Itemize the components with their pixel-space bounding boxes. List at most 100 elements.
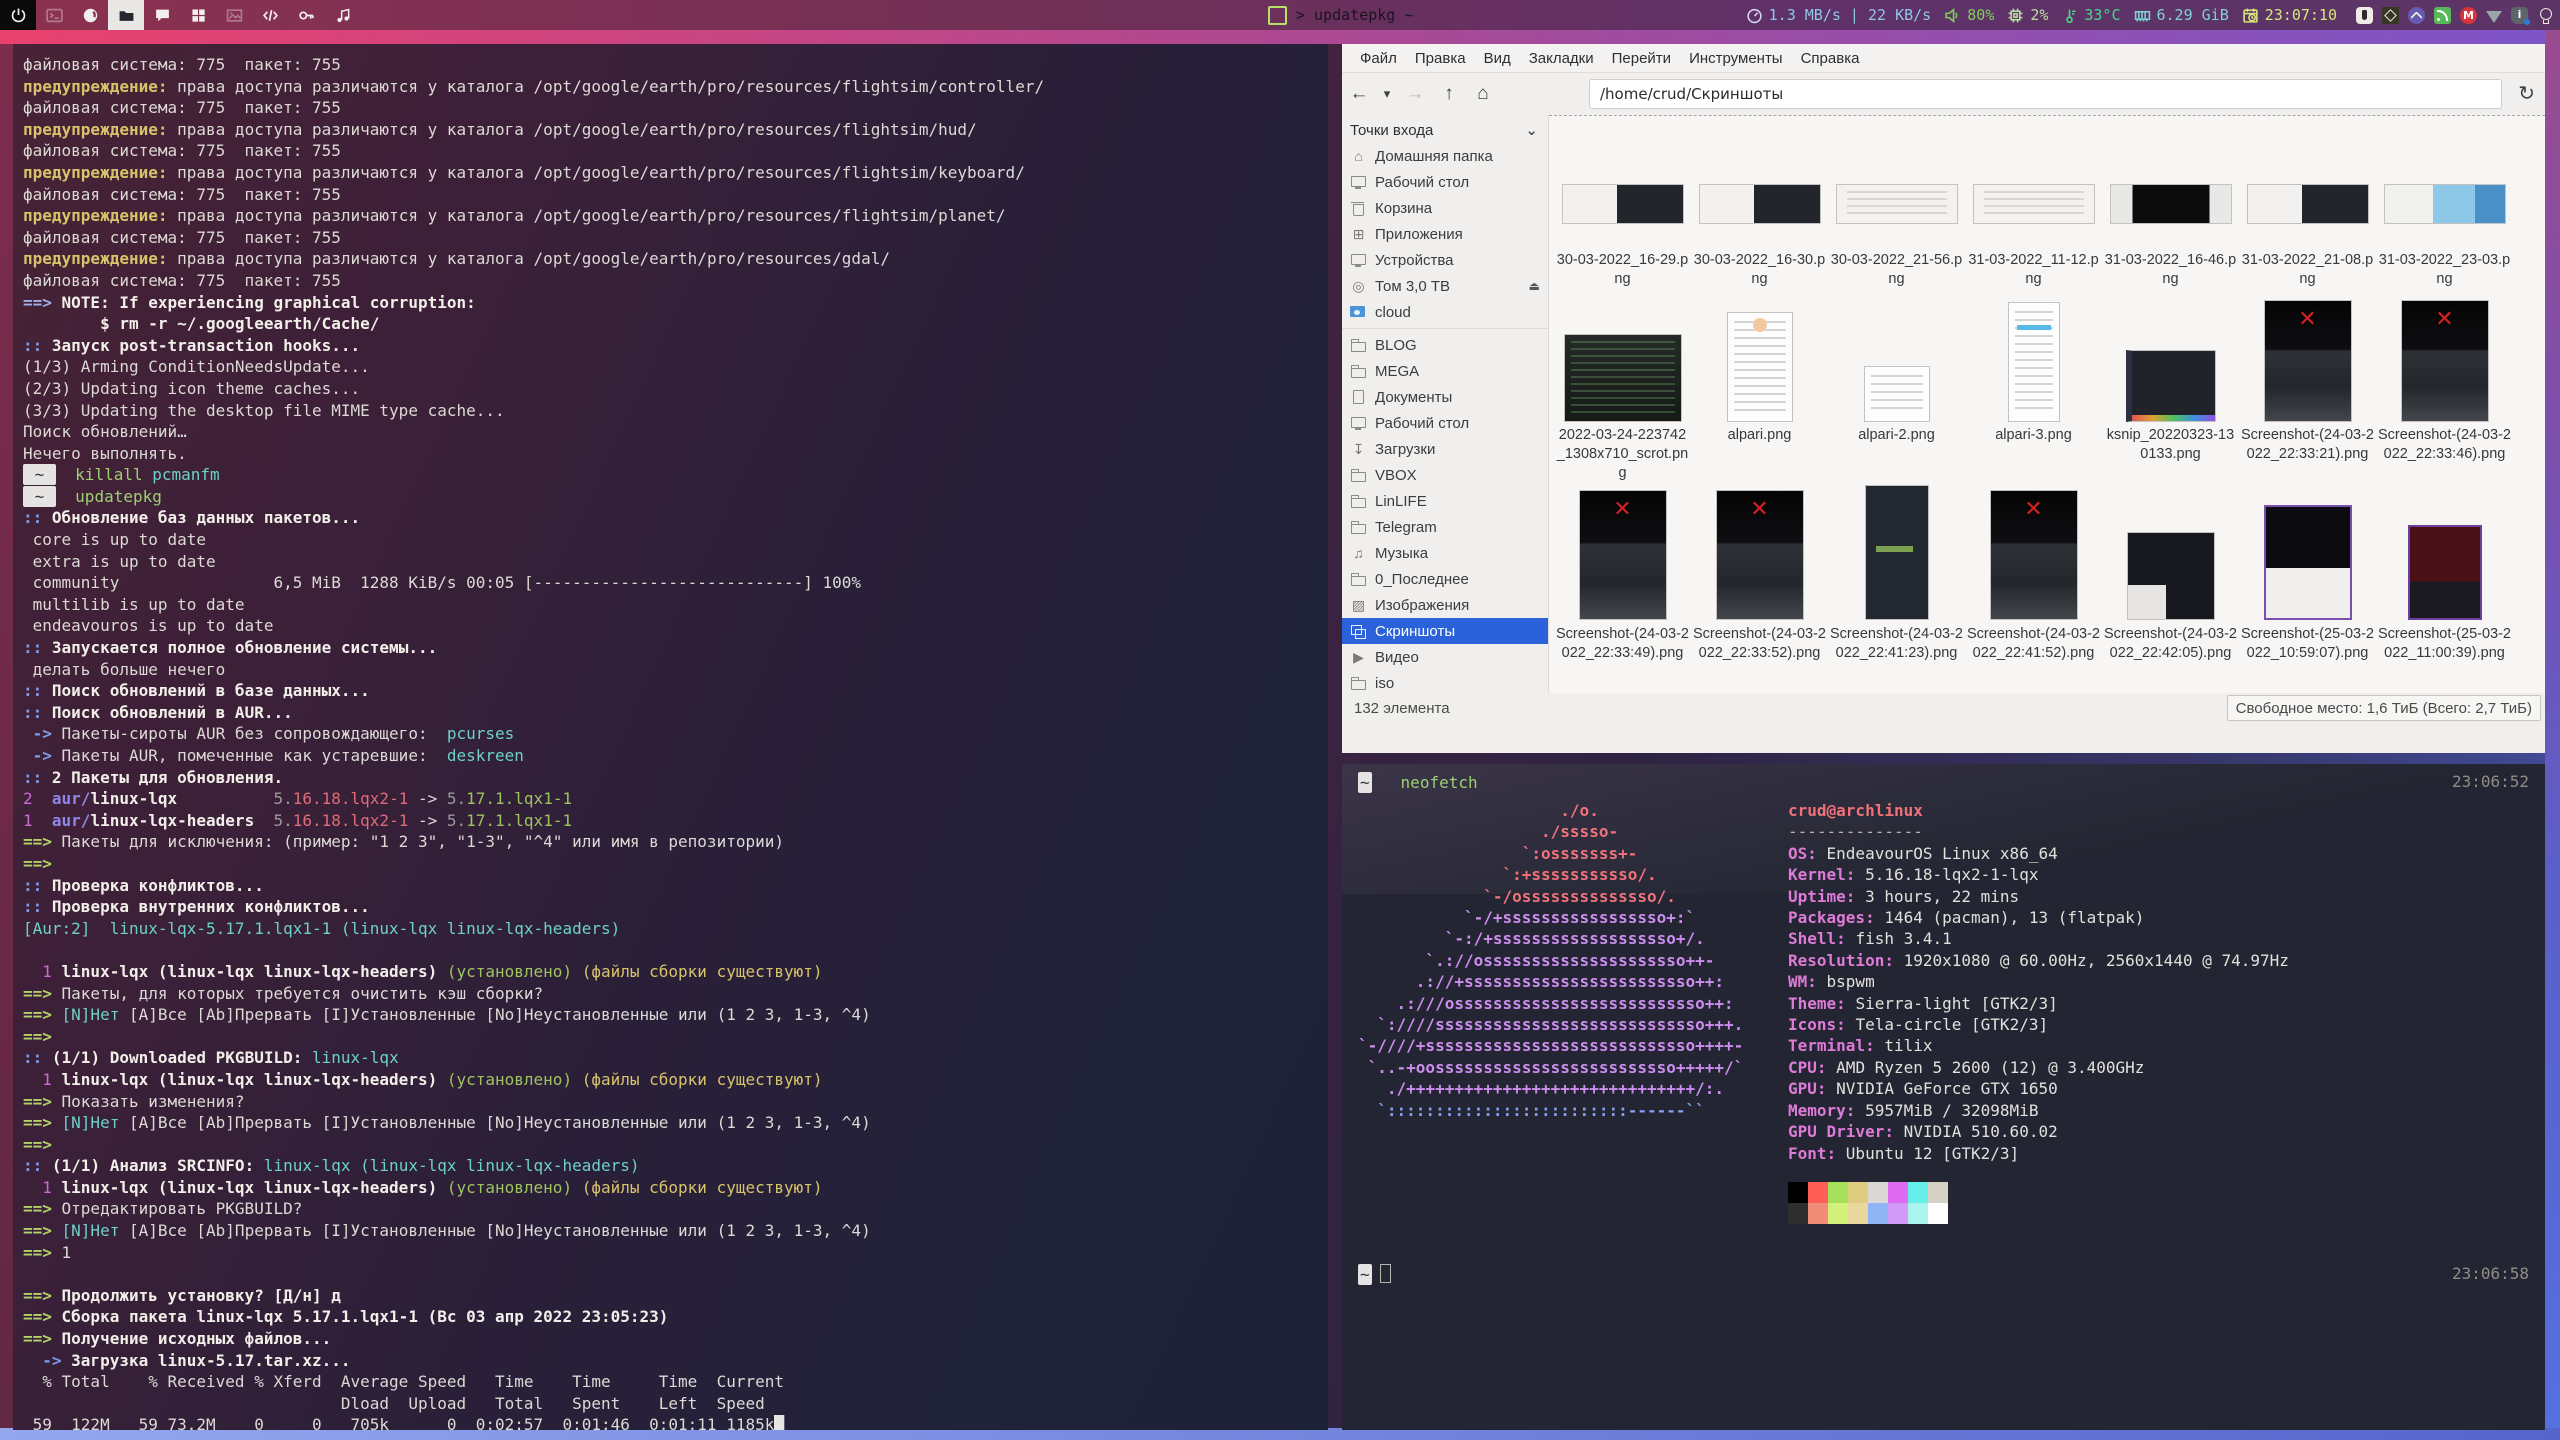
neofetch-info-row: Font: Ubuntu 12 [GTK2/3] <box>1788 1143 2289 1164</box>
music-icon <box>334 7 351 24</box>
ascii-art-line: `-/+sssssssssssssssso+:` <box>1358 907 1743 928</box>
workspace-windows[interactable] <box>180 0 216 30</box>
terminal-line: ~ killall pcmanfm <box>23 464 1328 486</box>
sidebar-item-MEGA[interactable]: MEGA <box>1342 358 1548 384</box>
up-button[interactable]: ↑ <box>1432 83 1466 105</box>
sidebar-item-Скриншоты[interactable]: Скриншоты <box>1342 618 1548 644</box>
menu-Инструменты[interactable]: Инструменты <box>1681 47 1791 70</box>
terminal-neofetch[interactable]: ~ neofetch 23:06:52 ./o. ./sssso- `:osss… <box>1342 764 2545 1430</box>
terminal-line: (1/3) Arming ConditionNeedsUpdate... <box>23 356 1328 378</box>
neofetch-info-row: Terminal: tilix <box>1788 1035 2289 1056</box>
sidebar-item-Рабочий стол[interactable]: Рабочий стол <box>1342 410 1548 436</box>
workspace-switcher[interactable] <box>0 0 360 30</box>
sidebar-item-Устройства[interactable]: Устройства <box>1342 247 1548 273</box>
workspace-files[interactable] <box>108 0 144 30</box>
panel-window-title: > updatepkg ~ <box>1268 0 1413 30</box>
sidebar-item-VBOX[interactable]: VBOX <box>1342 462 1548 488</box>
file-label: 31-03-2022_21-08.png <box>2241 251 2374 289</box>
back-button[interactable]: ← <box>1342 83 1376 105</box>
terminal-line: :: Поиск обновлений в базе данных... <box>23 680 1328 702</box>
reload-button[interactable]: ↻ <box>2518 81 2535 106</box>
file-thumbnail <box>2264 505 2352 620</box>
terminal-line: Нечего выполнять. <box>23 443 1328 465</box>
eject-icon[interactable]: ⏏ <box>1529 279 1540 293</box>
file-label: 30-03-2022_16-29.png <box>1556 251 1689 289</box>
places-header[interactable]: Точки входа ⌄ <box>1342 115 1548 143</box>
sidebar-item-LinLIFE[interactable]: LinLIFE <box>1342 488 1548 514</box>
sidebar-item-Видео[interactable]: ▶Видео <box>1342 644 1548 670</box>
sidebar-item-Telegram[interactable]: Telegram <box>1342 514 1548 540</box>
terminal-line <box>23 939 1328 961</box>
workspace-code[interactable] <box>252 0 288 30</box>
palette-swatch <box>1868 1203 1888 1224</box>
tray-bulb-icon[interactable] <box>2537 7 2554 24</box>
path-input[interactable] <box>1589 79 2502 109</box>
file-label: alpari-2.png <box>1830 426 1963 445</box>
file-label: Screenshot-(24-03-2022_22:33:52).png <box>1693 625 1826 663</box>
menu-Правка[interactable]: Правка <box>1407 47 1474 70</box>
sidebar-item-0_Последнее[interactable]: 0_Последнее <box>1342 566 1548 592</box>
system-tray[interactable] <box>2356 7 2554 24</box>
workspace-key[interactable] <box>288 0 324 30</box>
file-manager-window: ФайлПравкаВидЗакладкиПерейтиИнструментыС… <box>1342 44 2545 753</box>
workspace-firefox[interactable] <box>72 0 108 30</box>
sidebar-item-Том 3,0 ТВ[interactable]: ◎Том 3,0 ТВ⏏ <box>1342 273 1548 299</box>
terminal-line: ==> Показать изменения? <box>23 1091 1328 1113</box>
sidebar-item-Домашняя папка[interactable]: ⌂Домашняя папка <box>1342 143 1548 169</box>
wallpaper-top-strip <box>0 30 2560 44</box>
terminal-line: endeavouros is up to date <box>23 615 1328 637</box>
file-thumbnail <box>1564 334 1682 422</box>
terminal-updatepkg[interactable]: файловая система: 775 пакет: 755предупре… <box>13 44 1328 1430</box>
sidebar-item-Рабочий стол[interactable]: Рабочий стол <box>1342 169 1548 195</box>
terminal-line: :: Поиск обновлений в AUR... <box>23 702 1328 724</box>
sidebar-item-Музыка[interactable]: ♫Музыка <box>1342 540 1548 566</box>
menu-Справка[interactable]: Справка <box>1793 47 1868 70</box>
terminal-line: 1 linux-lqx (linux-lqx linux-lqx-headers… <box>23 961 1328 983</box>
menu-Перейти[interactable]: Перейти <box>1604 47 1679 70</box>
home-button[interactable]: ⌂ <box>1466 83 1500 105</box>
file-label: 31-03-2022_16-46.png <box>2104 251 2237 289</box>
file-icon-view[interactable]: 30-03-2022_16-29.png30-03-2022_16-30.png… <box>1549 115 2545 723</box>
terminal-line: ==> NOTE: If experiencing graphical corr… <box>23 292 1328 314</box>
sidebar-item-Документы[interactable]: Документы <box>1342 384 1548 410</box>
neofetch-info-row: Packages: 1464 (pacman), 13 (flatpak) <box>1788 907 2289 928</box>
workspace-image[interactable] <box>216 0 252 30</box>
chat-icon <box>154 7 171 24</box>
ascii-art-line: ./o. <box>1358 800 1743 821</box>
tray-rss-icon[interactable] <box>2434 7 2451 24</box>
sidebar-item-Изображения[interactable]: ▨Изображения <box>1342 592 1548 618</box>
terminal-line: community 6,5 MiB 1288 KiB/s 00:05 [----… <box>23 572 1328 594</box>
terminal-line: :: Обновление баз данных пакетов... <box>23 507 1328 529</box>
forward-button[interactable]: → <box>1398 83 1432 105</box>
monitor-icon <box>1350 415 1367 431</box>
workspace-chat[interactable] <box>144 0 180 30</box>
terminal-line: файловая система: 775 пакет: 755 <box>23 97 1328 119</box>
workspace-power[interactable] <box>0 0 36 30</box>
tray-mega-icon[interactable] <box>2460 7 2477 24</box>
tray-arc-icon[interactable] <box>2408 7 2425 24</box>
tray-wifi-icon[interactable] <box>2486 11 2502 23</box>
neofetch-info-row: Uptime: 3 hours, 22 mins <box>1788 886 2289 907</box>
sidebar-item-Приложения[interactable]: ⊞Приложения <box>1342 221 1548 247</box>
panel-stats: 1.3 MB/s | 22 KB/s80%2%33°C6.29 GiB23:07… <box>1746 6 2337 24</box>
sidebar-item-Корзина[interactable]: Корзина <box>1342 195 1548 221</box>
menu-Вид[interactable]: Вид <box>1476 47 1519 70</box>
history-dropdown-button[interactable]: ▾ <box>1376 86 1398 102</box>
sidebar-item-BLOG[interactable]: BLOG <box>1342 332 1548 358</box>
tray-lock-icon[interactable] <box>2356 7 2373 24</box>
sidebar-item-cloud[interactable]: cloud <box>1342 299 1548 325</box>
menu-Закладки[interactable]: Закладки <box>1521 47 1602 70</box>
sidebar-item-Загрузки[interactable]: ↧Загрузки <box>1342 436 1548 462</box>
image-icon <box>226 7 243 24</box>
tray-layout-icon[interactable] <box>2382 7 2399 24</box>
workspace-terminal[interactable] <box>36 0 72 30</box>
workspace-music[interactable] <box>324 0 360 30</box>
terminal-line: -> Пакеты AUR, помеченные как устаревшие… <box>23 745 1328 767</box>
filemanager-toolbar: ← ▾ → ↑ ⌂ ↻ <box>1342 73 2545 116</box>
sidebar-item-label: Музыка <box>1375 545 1428 562</box>
terminal-line: файловая система: 775 пакет: 755 <box>23 54 1328 76</box>
menu-Файл[interactable]: Файл <box>1352 47 1405 70</box>
tray-shield-icon[interactable] <box>2511 7 2528 24</box>
ascii-art-line: `:osssssss+- <box>1358 843 1743 864</box>
terminal-line: :: Запускается полное обновление системы… <box>23 637 1328 659</box>
